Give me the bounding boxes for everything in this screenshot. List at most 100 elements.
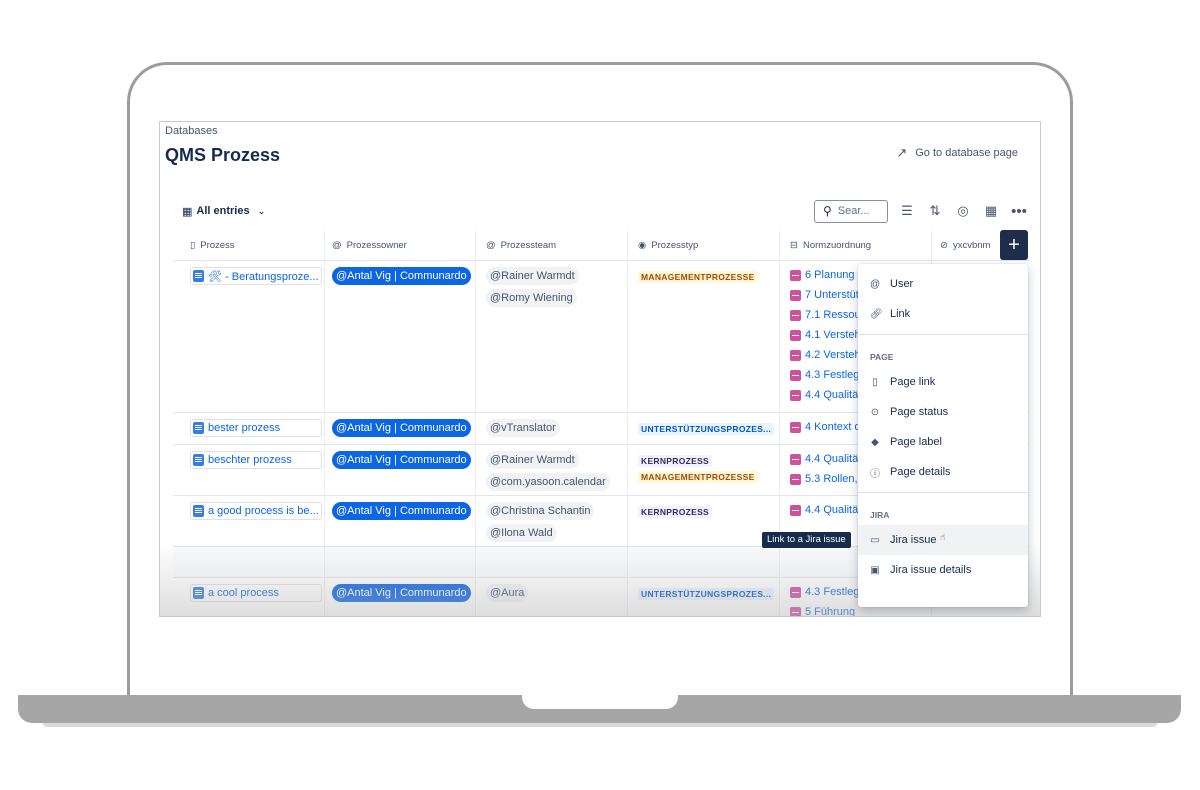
column-header-typ[interactable]: ◉ Prozesstyp — [628, 230, 780, 260]
plus-icon: + — [1008, 233, 1020, 256]
page-chip[interactable]: a good process is be... — [190, 502, 322, 520]
page-chip[interactable]: bester prozess — [190, 419, 322, 437]
cell-typ: KERNPROZESS — [628, 496, 780, 546]
column-header-owner[interactable]: @ Prozessowner — [325, 230, 476, 260]
menu-item-page-status[interactable]: ⊙ Page status — [858, 397, 1028, 427]
cell-typ: KERNPROZESS MANAGEMENTPROZESSE — [628, 445, 780, 495]
at-icon: @ — [332, 239, 342, 251]
cell-prozess: a good process is be... — [173, 496, 325, 546]
column-header-prozess[interactable]: ▯ Prozess — [173, 230, 325, 260]
menu-item-link[interactable]: 🔗︎ Link — [858, 299, 1028, 329]
more-options-icon[interactable]: ••• — [1010, 202, 1028, 220]
menu-item-page-link[interactable]: ▯ Page link — [858, 367, 1028, 397]
norm-entry-icon — [790, 329, 801, 341]
cell-owner: @Antal Vig | Communardo — [325, 413, 476, 444]
table-header: ▯ Prozess @ Prozessowner @ Prozessteam ◉ Pro… — [173, 230, 1029, 261]
user-mention[interactable]: @Antal Vig | Communardo — [332, 419, 471, 437]
norm-entry-icon — [790, 473, 801, 485]
cell-empty — [476, 547, 628, 577]
toolbar: ▦ All entries ⌄ ⚲ Sear... ☰ ⇅ ◎ ▦ ••• — [182, 198, 1028, 224]
user-mention[interactable]: @Antal Vig | Communardo — [332, 584, 471, 602]
menu-item-jira-issue-details[interactable]: ▣ Jira issue details — [858, 555, 1028, 585]
view-selector[interactable]: ▦ All entries ⌄ — [182, 205, 265, 218]
menu-item-label: Page link — [890, 376, 936, 388]
hand-cursor-icon: ☝ — [940, 532, 946, 542]
cell-typ: UNTERSTÜTZUNGSPROZES... — [628, 413, 780, 444]
table-layout-icon[interactable]: ▦ — [982, 202, 1000, 220]
norm-link-label: 4.4 Qualitä — [805, 453, 859, 465]
status-lozenge: MANAGEMENTPROZESSE — [638, 471, 758, 483]
page-icon: ▯ — [190, 239, 196, 251]
tag-icon: ◆ — [871, 436, 879, 448]
menu-item-label: Page label — [890, 436, 942, 448]
document-icon — [193, 505, 204, 517]
cell-owner: @Antal Vig | Communardo — [325, 496, 476, 546]
view-selector-label: All entries — [196, 205, 250, 217]
menu-item-page-label[interactable]: ◆ Page label — [858, 427, 1028, 457]
norm-entry-icon — [790, 289, 801, 301]
user-mention[interactable]: @Rainer Warmdt — [486, 267, 579, 285]
menu-item-page-details[interactable]: ⓘ Page details — [858, 457, 1028, 487]
cell-prozess: 🛠 - Beratungsproze... — [173, 261, 325, 412]
user-mention[interactable]: @Antal Vig | Communardo — [332, 267, 471, 285]
user-mention[interactable]: @Antal Vig | Communardo — [332, 451, 471, 469]
user-mention[interactable]: @com.yasoon.calendar — [486, 473, 610, 491]
norm-link-label: 6 Planung — [805, 269, 855, 281]
info-icon: ⓘ — [870, 468, 880, 480]
tooltip: Link to a Jira issue — [762, 532, 851, 548]
document-icon — [193, 454, 204, 466]
user-mention[interactable]: @Ilona Wald — [486, 524, 557, 542]
norm-link-label: 4 Kontext d — [805, 421, 861, 433]
menu-item-user[interactable]: @ User — [858, 269, 1028, 299]
user-mention[interactable]: @Antal Vig | Communardo — [332, 502, 471, 520]
breadcrumb[interactable]: Databases — [165, 125, 218, 137]
norm-entry-icon — [790, 606, 801, 616]
user-mention[interactable]: @Aura — [486, 584, 529, 602]
search-input[interactable]: ⚲ Sear... — [814, 199, 888, 223]
user-mention[interactable]: @Rainer Warmdt — [486, 451, 579, 469]
norm-link-label: 7.1 Ressour — [805, 309, 865, 321]
go-to-database-link[interactable]: ↗ Go to database page — [896, 145, 1018, 161]
at-icon: @ — [486, 239, 496, 251]
user-mention[interactable]: @Romy Wiening — [486, 289, 577, 307]
cell-empty — [325, 547, 476, 577]
column-header-norm[interactable]: ⊟ Normzuordnung — [780, 230, 932, 260]
screen: Databases QMS Prozess ↗ Go to database p… — [159, 121, 1041, 617]
norm-entry-icon — [790, 389, 801, 401]
page-title: QMS Prozess — [165, 145, 281, 165]
menu-section-page: PAGE — [870, 352, 894, 362]
norm-link-label: 4.3 Festleg — [805, 369, 860, 381]
column-header-label: Normzuordnung — [802, 239, 872, 251]
menu-item-label: Jira issue — [890, 534, 937, 546]
sort-icon[interactable]: ⇅ — [926, 202, 944, 220]
column-header-label: Prozess — [200, 239, 235, 251]
jira-issue-icon: ▭ — [870, 534, 880, 546]
relation-icon: ⊟ — [790, 239, 798, 251]
laptop-notch — [522, 695, 678, 709]
page-chip[interactable]: 🛠 - Beratungsproze... — [190, 267, 322, 285]
menu-section-jira: JIRA — [870, 510, 890, 520]
page-chip[interactable]: a cool process — [190, 584, 322, 602]
menu-item-label: Page status — [890, 406, 949, 418]
user-mention[interactable]: @Christina Schantin — [486, 502, 595, 520]
status-lozenge: KERNPROZESS — [638, 455, 713, 467]
add-column-button[interactable]: + — [1000, 230, 1028, 260]
norm-entry-icon — [790, 504, 801, 516]
norm-entry-icon — [790, 421, 801, 433]
norm-link-label: 4.4 Qualitä — [805, 389, 859, 401]
status-lozenge: UNTERSTÜTZUNGSPROZES... — [638, 423, 775, 435]
search-placeholder: Sear... — [837, 205, 870, 217]
filter-icon[interactable]: ☰ — [898, 202, 916, 220]
user-mention[interactable]: @vTranslator — [486, 419, 560, 437]
norm-entry-icon — [790, 586, 801, 598]
column-header-label: Prozessowner — [346, 239, 407, 251]
page-chip[interactable]: beschter prozess — [190, 451, 322, 469]
page-chip-label: 🛠 - Beratungsproze... — [208, 270, 319, 283]
go-to-database-label: Go to database page — [915, 147, 1018, 159]
cell-team: @vTranslator — [476, 413, 628, 444]
norm-link-label: 4.4 Qualitä — [805, 504, 859, 516]
status-lozenge: UNTERSTÜTZUNGSPROZES... — [638, 588, 775, 600]
column-header-team[interactable]: @ Prozessteam — [476, 230, 628, 260]
hide-fields-icon[interactable]: ◎ — [954, 202, 972, 220]
jira-details-icon: ▣ — [870, 564, 880, 576]
